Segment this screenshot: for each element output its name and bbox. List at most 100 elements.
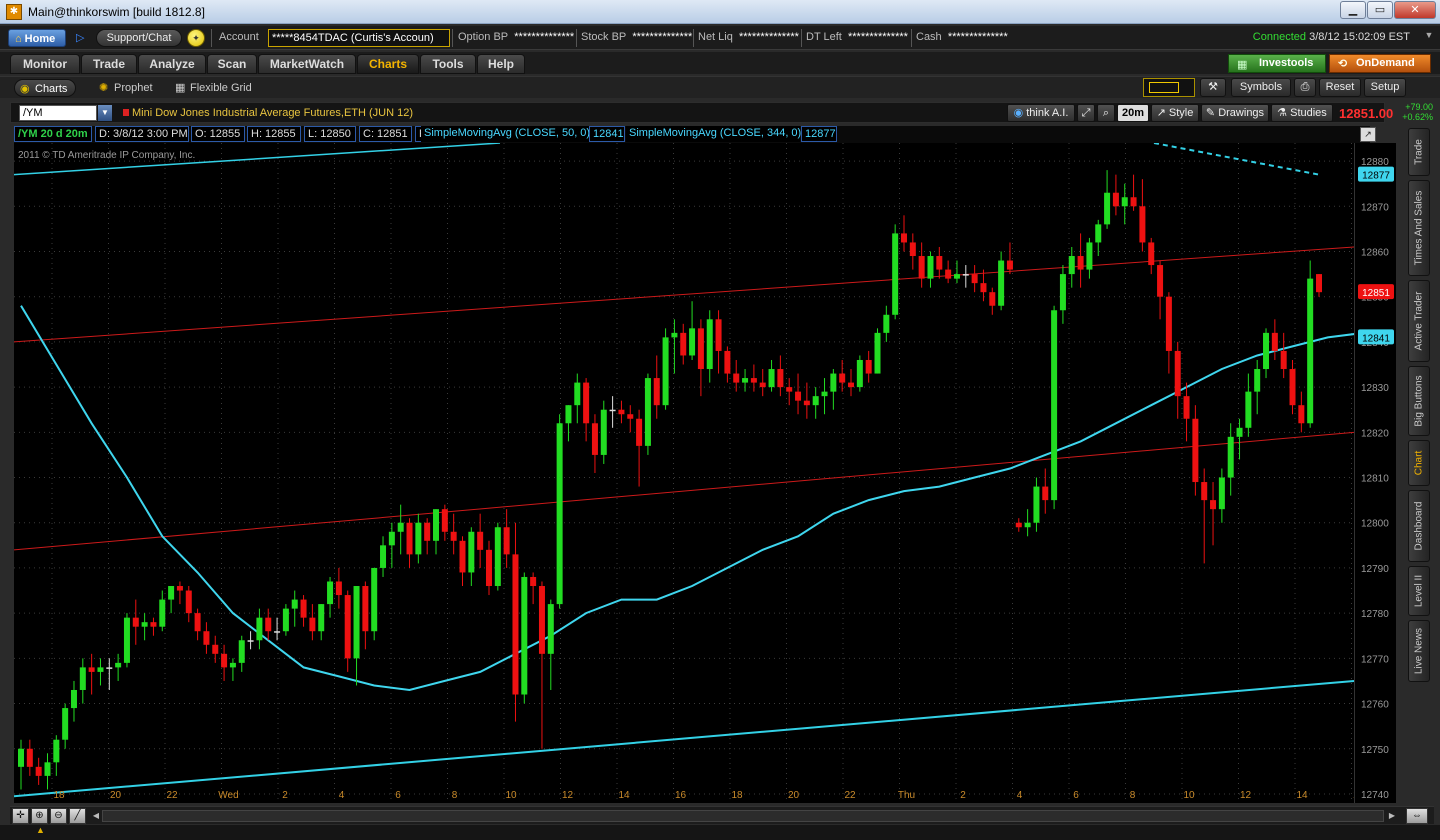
candle: [388, 522, 395, 568]
sidetab-dashboard[interactable]: Dashboard: [1408, 490, 1430, 562]
close-icon[interactable]: ✕: [1394, 1, 1436, 19]
think-ai-button[interactable]: ◉ think A.I.: [1007, 104, 1075, 122]
candle-body: [521, 576, 528, 695]
candle: [706, 310, 713, 383]
play-icon[interactable]: ▷: [76, 31, 84, 44]
candle: [433, 509, 440, 555]
sidetab-big-buttons[interactable]: Big Buttons: [1408, 366, 1430, 436]
zoom-in-icon[interactable]: ⊕: [31, 808, 48, 824]
candle-body: [1015, 522, 1022, 528]
candle: [70, 680, 77, 722]
chevron-down-icon[interactable]: ▼: [1422, 30, 1436, 46]
zoom-fit-icon[interactable]: ⤢: [1077, 104, 1095, 122]
drawings-label: Drawings: [1218, 107, 1265, 119]
candle: [962, 265, 969, 288]
candle-body: [450, 531, 457, 541]
sidetab-live-news[interactable]: Live News: [1408, 620, 1430, 682]
candle: [750, 364, 757, 392]
candle-body: [503, 527, 510, 555]
setup-button[interactable]: Setup: [1364, 78, 1406, 97]
scroll-right-icon[interactable]: ▶: [1386, 810, 1398, 822]
scroll-left-icon[interactable]: ◀: [90, 810, 102, 822]
candlestick-chart[interactable]: [14, 143, 1354, 803]
candle: [406, 518, 413, 568]
candle: [1051, 305, 1058, 510]
candle-body: [636, 418, 643, 446]
prophet-label: Prophet: [114, 82, 153, 94]
studies-button[interactable]: ⚗ Studies: [1271, 104, 1333, 122]
price-axis[interactable]: 12740 12750 12760 12770 12780 12790 12800 12810…: [1354, 143, 1396, 803]
candle: [689, 301, 696, 360]
home-button[interactable]: ⌂ Home: [8, 29, 66, 47]
subtab-flexible-grid[interactable]: ▦ Flexible Grid: [170, 79, 252, 97]
candle-body: [1068, 256, 1075, 275]
maximize-icon[interactable]: ▭: [1367, 1, 1393, 19]
crosshair-icon[interactable]: ✛: [12, 808, 29, 824]
wrench-icon[interactable]: ⚒: [1200, 78, 1226, 97]
candle-body: [1139, 206, 1146, 243]
candle-body: [26, 748, 33, 767]
cash-label: Cash: [916, 31, 942, 43]
net-liq-label: Net Liq: [698, 31, 733, 43]
chevron-down-icon[interactable]: ▼: [98, 105, 112, 121]
time-tick-label: 18: [53, 790, 65, 801]
lightbulb-icon[interactable]: ✦: [187, 29, 205, 47]
style-button[interactable]: ↗ Style: [1151, 104, 1199, 122]
sidetab-trade[interactable]: Trade: [1408, 128, 1430, 176]
time-axis[interactable]: 18 20 22 Wed 2 4 6 8 10 12 14 16 18 20 22 Thu 2 4 6 8 10 12 14…: [14, 786, 1354, 802]
tab-help[interactable]: Help: [477, 54, 525, 74]
price-chart[interactable]: 2011 © TD Ameritrade IP Company, Inc.: [14, 143, 1354, 803]
print-icon[interactable]: ⎙: [1294, 78, 1316, 97]
tab-trade[interactable]: Trade: [81, 54, 137, 74]
sidetab-level-ii[interactable]: Level II: [1408, 566, 1430, 616]
grid-icon: ▦: [175, 82, 186, 94]
reset-button[interactable]: Reset: [1319, 78, 1361, 97]
time-tick-label: 22: [844, 790, 856, 801]
sidetab-times-and-sales[interactable]: Times And Sales: [1408, 180, 1430, 276]
symbol-input[interactable]: /YM: [19, 105, 97, 121]
support-chat-button[interactable]: Support/Chat: [96, 29, 182, 47]
zoom-out-icon[interactable]: ⊖: [50, 808, 67, 824]
drawings-button[interactable]: ✎ Drawings: [1201, 104, 1269, 122]
tab-marketwatch[interactable]: MarketWatch: [258, 54, 356, 74]
candle-body: [247, 640, 254, 642]
account-select[interactable]: *****8454TDAC (Curtis's Accoun): [268, 29, 450, 47]
candle: [1095, 219, 1102, 257]
subtab-prophet[interactable]: ✺ Prophet: [94, 79, 153, 97]
symbols-button[interactable]: Symbols: [1231, 78, 1291, 97]
investools-button[interactable]: ▦ Investools: [1228, 54, 1326, 73]
candle: [185, 586, 192, 623]
draw-line-icon[interactable]: ╱: [69, 808, 86, 824]
sidetab-chart[interactable]: Chart: [1408, 440, 1430, 486]
candle: [865, 350, 872, 383]
tab-analyze[interactable]: Analyze: [138, 54, 206, 74]
link-color-selector[interactable]: [1143, 78, 1195, 97]
candle: [1157, 260, 1164, 320]
magnifier-icon[interactable]: ⌕: [1097, 104, 1115, 122]
candle-body: [1280, 350, 1287, 370]
timeframe-button[interactable]: 20m: [1117, 104, 1149, 122]
chart-settings-icon[interactable]: ↗: [1360, 127, 1376, 142]
chart-header: /YM ▼ Mini Dow Jones Industrial Average …: [10, 102, 1393, 123]
candle: [795, 373, 802, 415]
candle: [1192, 405, 1199, 496]
tab-monitor[interactable]: Monitor: [10, 54, 80, 74]
tab-scan[interactable]: Scan: [207, 54, 257, 74]
candle: [44, 753, 51, 790]
candle: [786, 378, 793, 406]
sidetab-active-trader[interactable]: Active Trader: [1408, 280, 1430, 362]
candle: [724, 346, 731, 383]
collapse-grip-icon[interactable]: ▲: [36, 825, 45, 835]
ondemand-button[interactable]: ⟲ OnDemand: [1329, 54, 1431, 73]
subtab-charts[interactable]: ◉ Charts: [14, 79, 77, 97]
candle-body: [1051, 310, 1058, 501]
chart-scrollbar[interactable]: [102, 810, 1384, 822]
tab-tools[interactable]: Tools: [420, 54, 476, 74]
minimize-icon[interactable]: ▁: [1340, 1, 1366, 19]
time-tick-label: 18: [731, 790, 743, 801]
expand-icon[interactable]: ⇔: [1406, 808, 1428, 824]
bar-date: D: 3/8/12 3:00 PM: [95, 126, 189, 142]
candle: [1104, 170, 1111, 229]
tab-charts[interactable]: Charts: [357, 54, 419, 74]
bar-open: O: 12855: [191, 126, 245, 142]
